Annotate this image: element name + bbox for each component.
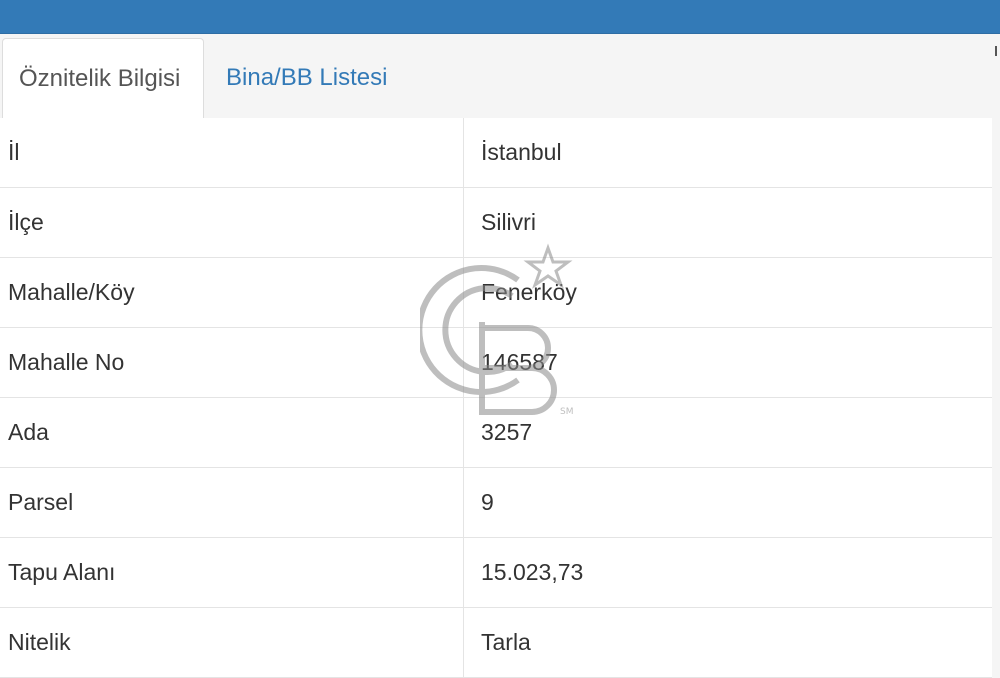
attribute-table: İl İstanbul İlçe Silivri Mahalle/Köy Fen… bbox=[0, 118, 992, 678]
attribute-key: Parsel bbox=[8, 489, 74, 515]
tab-building-list[interactable]: Bina/BB Listesi bbox=[226, 38, 387, 118]
table-row: Nitelik Tarla bbox=[0, 608, 992, 678]
attribute-key: Nitelik bbox=[8, 629, 71, 655]
attribute-key: Tapu Alanı bbox=[8, 559, 116, 585]
tab-bar: Öznitelik Bilgisi Bina/BB Listesi bbox=[0, 38, 992, 119]
scroll-indicator bbox=[995, 46, 997, 56]
table-row: Mahalle/Köy Fenerköy bbox=[0, 258, 992, 328]
attribute-value: 3257 bbox=[481, 419, 533, 445]
attribute-value: 15.023,73 bbox=[481, 559, 584, 585]
attribute-value: Silivri bbox=[481, 209, 536, 235]
attribute-value: 9 bbox=[481, 489, 494, 515]
attribute-value: Tarla bbox=[481, 629, 531, 655]
table-row: Mahalle No 146587 bbox=[0, 328, 992, 398]
attribute-key: İlçe bbox=[8, 209, 44, 235]
tab-attribute-info[interactable]: Öznitelik Bilgisi bbox=[2, 38, 204, 119]
attribute-key: İl bbox=[8, 139, 20, 165]
table-row: İl İstanbul bbox=[0, 118, 992, 188]
attribute-panel: Öznitelik Bilgisi Bina/BB Listesi İl İst… bbox=[0, 34, 992, 678]
dialog-header-bar bbox=[0, 0, 1000, 34]
table-row: Parsel 9 bbox=[0, 468, 992, 538]
panel-edge bbox=[992, 34, 1000, 664]
table-row: Ada 3257 bbox=[0, 398, 992, 468]
attribute-key: Mahalle No bbox=[8, 349, 125, 375]
attribute-value: Fenerköy bbox=[481, 279, 577, 305]
attribute-key: Ada bbox=[8, 419, 49, 445]
attribute-value: İstanbul bbox=[481, 139, 562, 165]
table-row: Tapu Alanı 15.023,73 bbox=[0, 538, 992, 608]
attribute-key: Mahalle/Köy bbox=[8, 279, 135, 305]
table-row: İlçe Silivri bbox=[0, 188, 992, 258]
attribute-value: 146587 bbox=[481, 349, 558, 375]
